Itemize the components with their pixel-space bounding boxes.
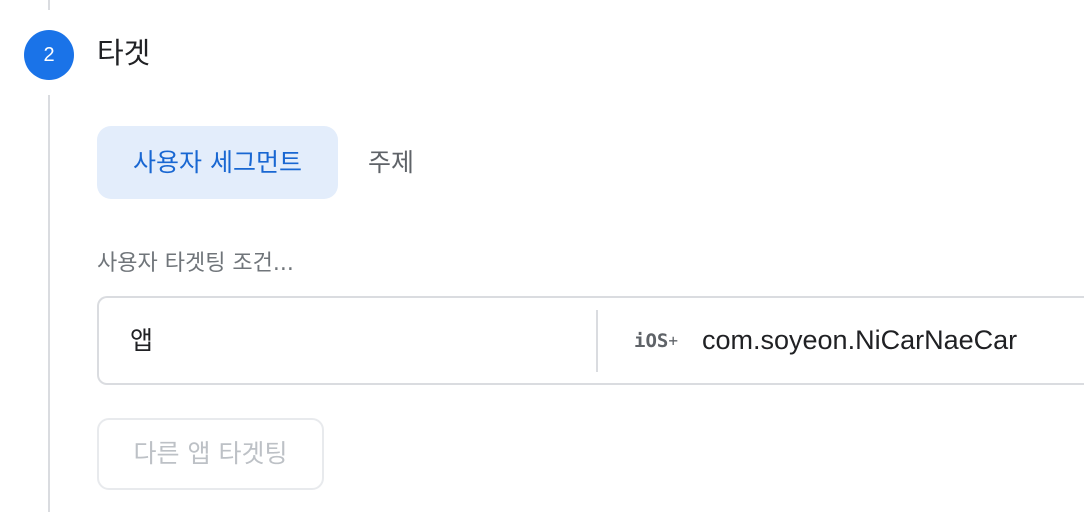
- ios-plus-icon: iOS+: [634, 298, 678, 383]
- target-other-app-button[interactable]: 다른 앱 타겟팅: [97, 418, 324, 490]
- step-connector-line-top: [48, 0, 50, 10]
- tab-user-segment[interactable]: 사용자 세그먼트: [97, 126, 338, 199]
- condition-value-app-id[interactable]: com.soyeon.NiCarNaeCar: [702, 298, 1017, 383]
- step-connector-line: [48, 95, 50, 512]
- targeting-condition-label: 사용자 타겟팅 조건...: [97, 251, 294, 276]
- platform-suffix: +: [668, 331, 678, 350]
- targeting-step-panel: 2 타겟 사용자 세그먼트 주제 사용자 타겟팅 조건... 앱 iOS+ co…: [0, 0, 1084, 512]
- tab-topic[interactable]: 주제: [368, 126, 448, 199]
- condition-key[interactable]: 앱: [130, 298, 153, 383]
- targeting-condition-row[interactable]: 앱 iOS+ com.soyeon.NiCarNaeCar: [97, 296, 1084, 385]
- step-title: 타겟: [97, 36, 151, 70]
- platform-text: iOS: [634, 330, 669, 352]
- step-number-badge: 2: [24, 30, 74, 80]
- condition-divider: [596, 310, 598, 372]
